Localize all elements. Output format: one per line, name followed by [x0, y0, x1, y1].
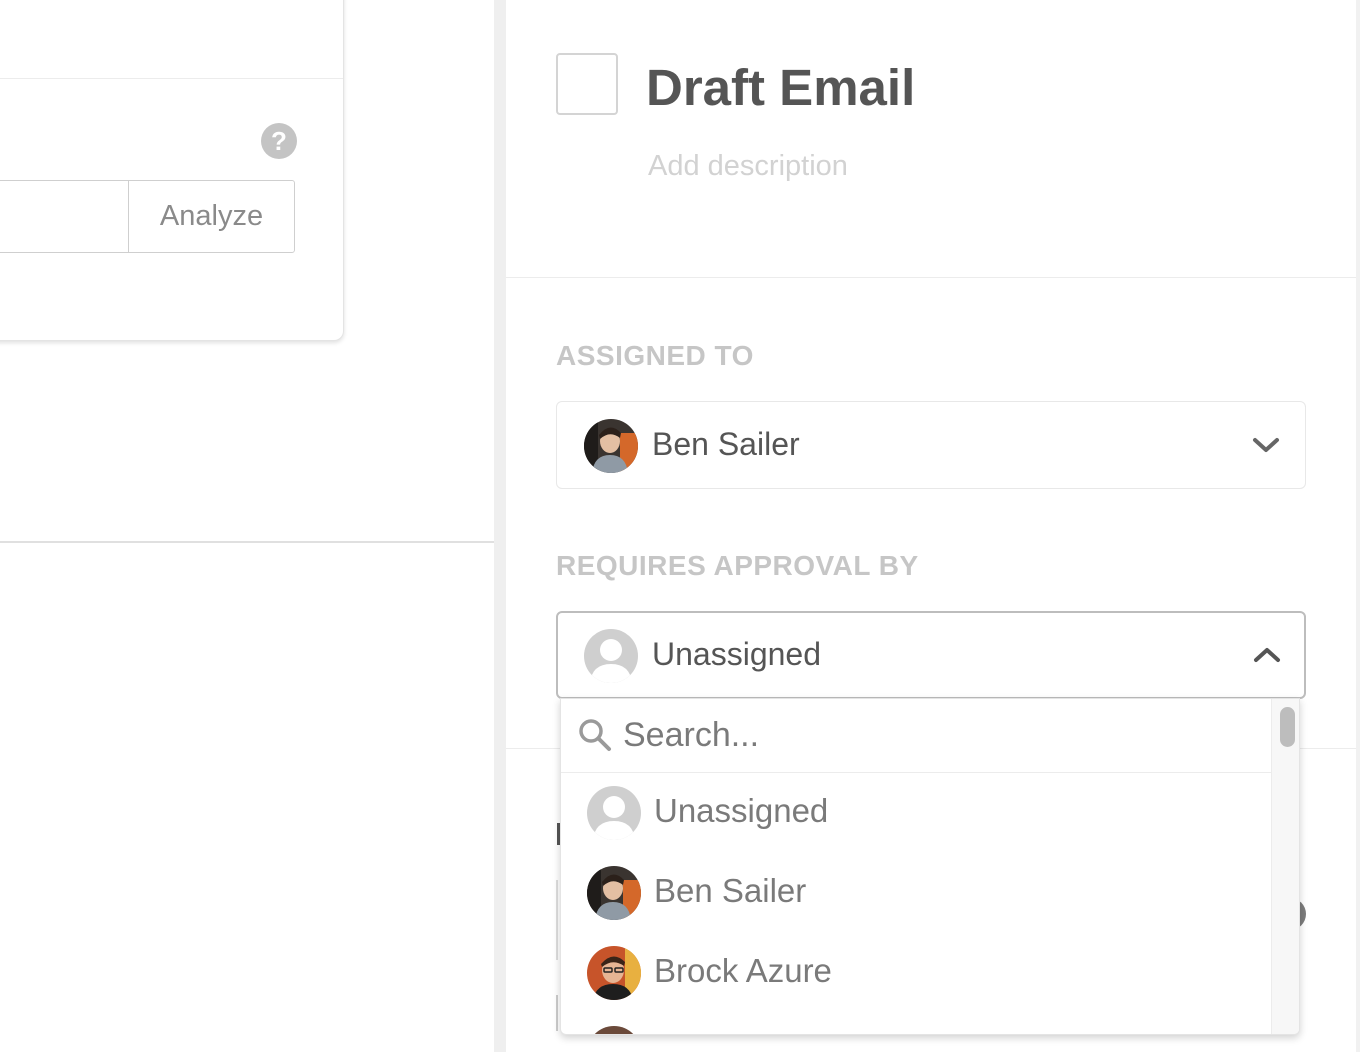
- dropdown-option-partial[interactable]: [561, 1013, 1271, 1034]
- dropdown-search: [561, 699, 1271, 773]
- approver-dropdown-menu: Unassigned Ben Sailer: [560, 698, 1300, 1035]
- app-stage: ? Analyze Draft Email Add description AS…: [0, 0, 1360, 1052]
- user-avatar-icon: [587, 1026, 641, 1034]
- assigned-to-value: Ben Sailer: [652, 426, 800, 462]
- option-label: Unassigned: [654, 792, 829, 829]
- window-edge: [1356, 0, 1360, 1052]
- option-label: Brock Azure: [654, 952, 832, 989]
- task-title[interactable]: Draft Email: [646, 58, 915, 117]
- card-divider: [0, 78, 343, 79]
- assigned-to-label: ASSIGNED TO: [556, 340, 754, 371]
- default-user-icon: [587, 786, 641, 840]
- task-description-field[interactable]: Add description: [648, 150, 848, 183]
- analyze-button[interactable]: Analyze: [128, 180, 295, 253]
- default-user-icon: [584, 629, 638, 683]
- ben-sailer-avatar-icon: [587, 866, 641, 920]
- task-complete-checkbox[interactable]: [556, 53, 618, 115]
- chevron-down-icon: [1251, 434, 1281, 456]
- ben-sailer-avatar-icon: [584, 419, 638, 473]
- panel-gutter: [494, 0, 506, 1052]
- option-label: Ben Sailer: [654, 872, 807, 909]
- requires-approval-select[interactable]: Unassigned: [556, 611, 1306, 699]
- assigned-to-select[interactable]: Ben Sailer: [556, 401, 1306, 489]
- scrollbar-thumb[interactable]: [1280, 707, 1295, 747]
- dropdown-option-ben-sailer[interactable]: Ben Sailer: [561, 853, 1271, 933]
- section-divider: [506, 277, 1356, 278]
- chevron-up-icon: [1252, 644, 1282, 666]
- dropdown-option-unassigned[interactable]: Unassigned: [561, 773, 1271, 853]
- left-divider: [0, 541, 494, 543]
- dropdown-scrollbar[interactable]: [1271, 699, 1299, 1034]
- dropdown-option-brock-azure[interactable]: Brock Azure: [561, 933, 1271, 1013]
- hidden-field-edge: [556, 880, 558, 960]
- analyze-card: ? Analyze: [0, 0, 344, 341]
- help-icon[interactable]: ?: [261, 123, 297, 159]
- brock-azure-avatar-icon: [587, 946, 641, 1000]
- requires-approval-label: REQUIRES APPROVAL BY: [556, 550, 919, 581]
- analyze-input[interactable]: [0, 180, 129, 253]
- search-icon: [577, 717, 613, 753]
- hidden-field-edge: [556, 995, 558, 1031]
- requires-approval-value: Unassigned: [652, 636, 821, 672]
- dropdown-search-input[interactable]: [623, 711, 1223, 759]
